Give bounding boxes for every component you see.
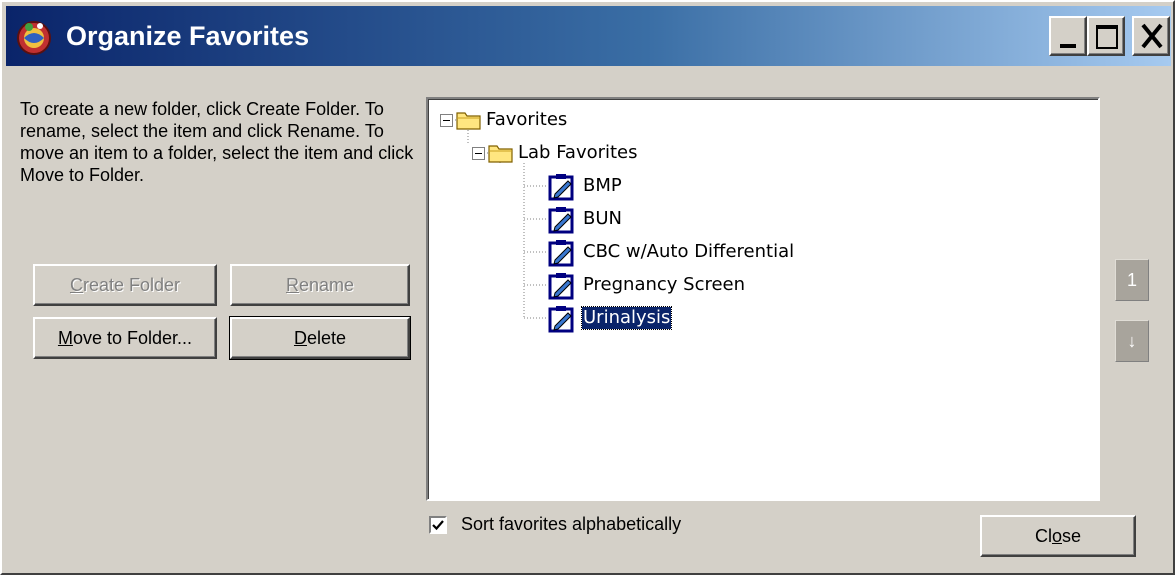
instructions-text: To create a new folder, click Create Fol…: [20, 99, 414, 185]
window-title: Organize Favorites: [66, 21, 310, 51]
tree-node-cbc[interactable]: CBC w/Auto Differential: [582, 241, 795, 263]
close-window-button[interactable]: [1132, 16, 1170, 56]
move-up-button[interactable]: 1: [1115, 259, 1149, 301]
organize-favorites-window: Organize Favorites To create a new folde…: [0, 0, 1175, 575]
tree-node-pregnancy-screen[interactable]: Pregnancy Screen: [582, 274, 746, 296]
minimize-button[interactable]: [1049, 16, 1087, 56]
move-to-folder-label: Move to Folder...: [57, 327, 193, 348]
rename-label: Rename: [285, 274, 355, 295]
globe-icon: [17, 21, 51, 55]
delete-label: Delete: [293, 327, 347, 348]
close-icon: [1141, 23, 1163, 49]
sort-alphabetically-label[interactable]: Sort favorites alphabetically: [461, 513, 681, 535]
delete-button[interactable]: Delete: [229, 316, 411, 360]
rename-button[interactable]: Rename: [230, 264, 410, 306]
clipboard-icon: [548, 306, 574, 333]
folder-icon: [488, 145, 513, 163]
favorites-tree[interactable]: Favorites Lab Favorites BMP BUN CBC w/Au…: [426, 97, 1100, 501]
tree-node-lab-favorites[interactable]: Lab Favorites: [517, 142, 639, 164]
maximize-icon: [1096, 25, 1118, 49]
clipboard-icon: [548, 174, 574, 201]
tree-node-bmp[interactable]: BMP: [582, 175, 623, 197]
create-folder-label: Create Folder: [69, 274, 181, 295]
move-up-icon: 1: [1126, 269, 1137, 290]
clipboard-icon: [548, 207, 574, 234]
collapse-lab-favorites-icon[interactable]: [472, 147, 486, 161]
create-folder-button[interactable]: Create Folder: [33, 264, 217, 306]
tree-node-bun[interactable]: BUN: [582, 208, 623, 230]
folder-icon: [456, 112, 481, 130]
close-button[interactable]: Close: [980, 515, 1136, 557]
close-label: Close: [1034, 525, 1082, 546]
move-down-icon: ↓: [1127, 330, 1137, 351]
move-to-folder-button[interactable]: Move to Folder...: [33, 317, 217, 359]
maximize-button[interactable]: [1087, 16, 1125, 56]
clipboard-icon: [548, 240, 574, 267]
tree-node-urinalysis[interactable]: Urinalysis: [580, 306, 673, 330]
move-down-button[interactable]: ↓: [1115, 320, 1149, 362]
collapse-favorites-icon[interactable]: [440, 114, 454, 128]
title-bar[interactable]: Organize Favorites: [6, 6, 1171, 66]
sort-alphabetically-checkbox[interactable]: [429, 516, 447, 534]
clipboard-icon: [548, 273, 574, 300]
checkmark-icon: [432, 520, 444, 531]
minimize-icon: [1060, 44, 1076, 48]
tree-node-favorites[interactable]: Favorites: [485, 109, 568, 131]
